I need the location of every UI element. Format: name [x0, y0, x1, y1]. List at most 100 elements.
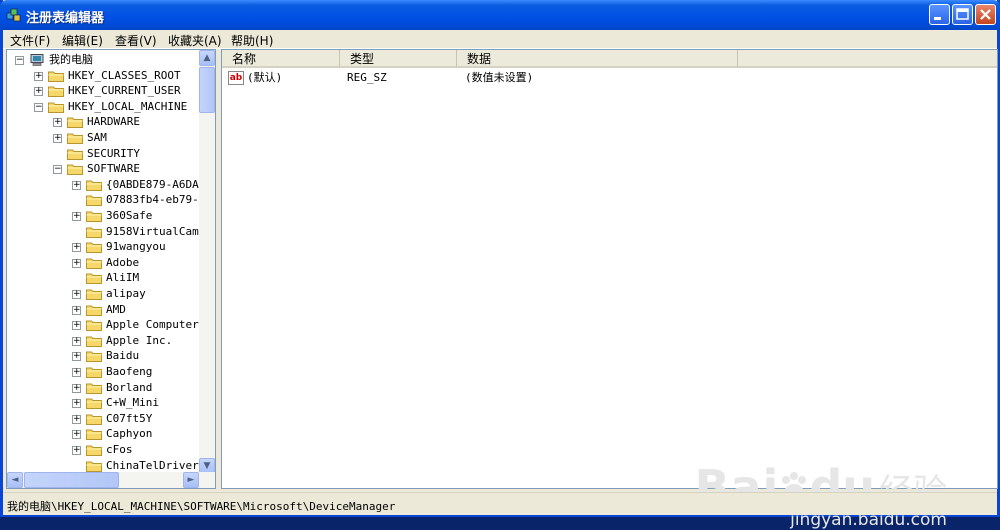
expand-icon[interactable]: + [72, 352, 81, 362]
collapse-icon[interactable]: − [34, 102, 43, 112]
collapse-icon[interactable]: − [15, 56, 24, 65]
tree-item-label: Apple Inc. [106, 333, 173, 347]
tree-item-label: alipay [106, 287, 146, 300]
scroll-right-button[interactable]: ► [183, 472, 199, 488]
expand-icon[interactable]: + [72, 321, 81, 331]
tree-item-label: 91wangyou [106, 240, 166, 254]
tree-item[interactable]: + HKEY_CLASSES_ROOT [7, 68, 197, 84]
tree-item[interactable]: + Apple Computer, [7, 317, 205, 333]
folder-icon [48, 71, 64, 82]
menu-bar: 文件(F) 编辑(E) 查看(V) 收藏夹(A) 帮助(H) [3, 30, 997, 49]
vertical-scroll-thumb[interactable] [199, 67, 215, 113]
tree-item-label: cFos [106, 443, 133, 456]
menu-file[interactable]: 文件(F) [10, 32, 50, 49]
column-header-name[interactable]: 名称 [222, 50, 340, 68]
tree-item[interactable]: + HKEY_CURRENT_USER [7, 83, 197, 99]
expand-icon[interactable]: + [72, 368, 81, 377]
tree-item[interactable]: + {0ABDE879-A6DA-C [7, 177, 212, 193]
folder-icon [86, 445, 102, 456]
menu-edit[interactable]: 编辑(E) [62, 32, 103, 49]
tree-item[interactable]: + Baofeng [7, 364, 197, 380]
expand-icon[interactable]: + [53, 118, 62, 128]
tree-item-label: AMD [106, 302, 126, 316]
tree-item[interactable]: + Borland [7, 380, 197, 396]
window-title: 注册表编辑器 [26, 11, 105, 26]
expand-icon[interactable]: + [72, 430, 81, 440]
expand-icon[interactable]: + [53, 134, 62, 143]
menu-help[interactable]: 帮助(H) [231, 32, 273, 49]
tree-item[interactable]: + C+W_Mini [7, 395, 197, 411]
folder-icon [48, 86, 64, 98]
folder-icon [86, 242, 102, 254]
folder-icon [86, 367, 102, 378]
folder-icon [48, 102, 64, 113]
folder-icon [86, 461, 102, 472]
tree-item-label: HARDWARE [87, 115, 140, 129]
folder-icon [86, 211, 102, 222]
menu-view[interactable]: 查看(V) [115, 32, 157, 49]
expand-icon[interactable]: + [72, 212, 81, 221]
folder-icon [86, 289, 102, 300]
expand-icon[interactable]: + [72, 243, 81, 253]
column-header-data[interactable]: 数据 [457, 50, 738, 68]
menu-favorites[interactable]: 收藏夹(A) [168, 32, 222, 49]
tree-item[interactable]: +360Safe [7, 208, 197, 224]
column-header-type[interactable]: 类型 [340, 50, 457, 68]
tree-item[interactable]: AliIM [7, 270, 197, 286]
horizontal-scroll-thumb[interactable] [24, 472, 119, 488]
tree-item[interactable]: + alipay [7, 286, 197, 302]
collapse-icon[interactable]: − [53, 165, 62, 175]
tree-item-label: Adobe [106, 255, 140, 269]
tree-item[interactable]: − SOFTWARE [7, 161, 197, 177]
scroll-up-button[interactable]: ▲ [199, 50, 215, 66]
tree-item[interactable]: + AMD [7, 302, 197, 318]
column-header-filler [738, 50, 997, 68]
close-button[interactable] [975, 4, 996, 25]
expand-icon[interactable]: + [72, 446, 81, 455]
tree-item[interactable]: +91wangyou [7, 239, 197, 255]
folder-icon [86, 320, 102, 332]
tree-item-label: 360Safe [106, 209, 153, 222]
tree-item[interactable]: + Baidu [7, 348, 197, 364]
expand-icon[interactable]: + [72, 383, 81, 393]
regedit-window: 注册表编辑器 文件(F) 编辑(E) 查看(V) 收藏夹(A) 帮助(H) − 我… [0, 0, 1000, 530]
expand-icon[interactable]: + [72, 305, 81, 315]
tree-item[interactable]: 07883fb4-eb79-4c [7, 192, 212, 208]
expand-icon[interactable]: + [72, 258, 81, 268]
tree-item[interactable]: + Apple Inc. [7, 333, 197, 349]
expand-icon[interactable]: + [72, 399, 81, 409]
tree-horizontal-scrollbar[interactable]: ◄ ► [7, 472, 215, 488]
title-bar[interactable]: 注册表编辑器 [0, 0, 1000, 30]
expand-icon[interactable]: + [72, 180, 81, 190]
tree-item-label: C+W_Mini [106, 396, 159, 410]
tree-vertical-scrollbar[interactable]: ▲ ▼ [199, 50, 215, 474]
minimize-button[interactable] [929, 4, 950, 25]
folder-icon [67, 149, 83, 160]
tree-item-label: HKEY_CURRENT_USER [68, 84, 181, 98]
tree-item[interactable]: + C07ft5Y [7, 411, 197, 427]
folder-icon [86, 351, 102, 363]
tree-item[interactable]: − HKEY_LOCAL_MACHINE [7, 99, 197, 115]
tree-item[interactable]: + HARDWARE [7, 114, 197, 130]
tree-item-label: AliIM [106, 271, 140, 285]
maximize-button[interactable] [952, 4, 973, 25]
tree-item[interactable]: − 我的电脑 [7, 52, 197, 68]
expand-icon[interactable]: + [72, 290, 81, 299]
tree-item-label: 我的电脑 [49, 53, 93, 66]
tree-item[interactable]: 9158VirtualCamer [7, 224, 212, 240]
folder-icon [86, 227, 102, 238]
computer-icon [30, 54, 44, 66]
tree-item[interactable]: + Caphyon [7, 426, 197, 442]
folder-icon [86, 195, 102, 207]
tree-item-label: HKEY_CLASSES_ROOT [68, 68, 181, 82]
expand-icon[interactable]: + [34, 71, 43, 81]
tree-item[interactable]: + cFos [7, 442, 197, 458]
expand-icon[interactable]: + [34, 87, 43, 97]
folder-icon [67, 133, 83, 144]
tree-item[interactable]: + Adobe [7, 255, 197, 271]
scroll-left-button[interactable]: ◄ [7, 472, 23, 488]
expand-icon[interactable]: + [72, 336, 81, 346]
tree-item[interactable]: SECURITY [7, 146, 197, 162]
expand-icon[interactable]: + [72, 414, 81, 424]
tree-item[interactable]: + SAM [7, 130, 197, 146]
